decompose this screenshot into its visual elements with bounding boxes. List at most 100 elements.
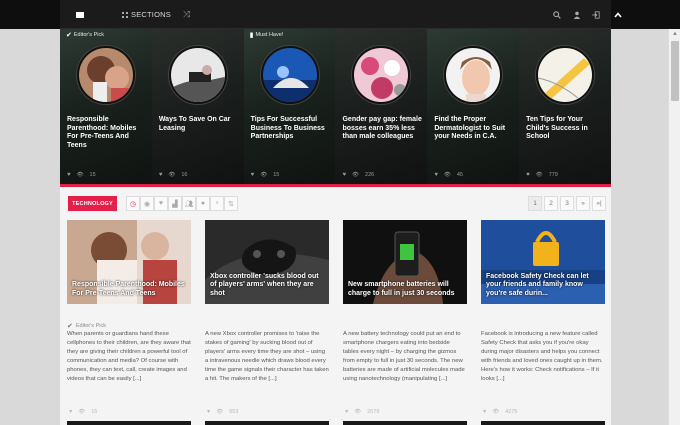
view-count: 15 [91, 409, 98, 415]
next-row-card-edge [205, 421, 329, 425]
featured-item[interactable]: Ten Tips for Your Child's Success in Sch… [519, 29, 611, 184]
heart-icon[interactable]: ♥ [483, 409, 486, 415]
main-content: ✔ Editor's Pick Responsible Parenthood: M… [60, 29, 611, 425]
eye-icon: 👁︎ [168, 172, 176, 178]
featured-item[interactable]: Ways To Save On Car Leasing ♥ 👁︎ 16 [151, 29, 244, 184]
heart-icon[interactable]: ♥ [434, 172, 438, 178]
featured-title[interactable]: Ways To Save On Car Leasing [159, 116, 239, 133]
accent-divider [60, 184, 611, 187]
recent-clock-icon[interactable]: ◷ [126, 196, 140, 211]
heart-icon[interactable]: ♥ [159, 172, 163, 178]
login-icon[interactable] [592, 0, 600, 29]
search-icon[interactable] [553, 0, 561, 29]
must-have-badge: ▮ Must Have! [249, 32, 284, 39]
article-card[interactable]: Responsible Parenthood: Mobiles For Pre-… [67, 220, 191, 304]
scroll-up-arrow-icon[interactable]: ▲ [672, 31, 678, 37]
last-page-button[interactable]: »| [592, 196, 606, 211]
view-count: 653 [229, 409, 239, 415]
article-image[interactable]: Facebook Safety Check can let your frien… [481, 220, 605, 304]
page-scrollbar[interactable]: ▲ [668, 29, 680, 425]
collapse-chevron-up-icon[interactable] [611, 5, 625, 24]
featured-meta: ♥ 👁︎ 226 [342, 172, 374, 178]
page-2-button[interactable]: 2 [544, 196, 558, 211]
eye-icon: 👁︎ [216, 409, 224, 415]
page-1-button[interactable]: 1 [528, 196, 542, 211]
liked-heart-icon[interactable]: ♥ [154, 196, 168, 211]
featured-meta: ♥ 👁︎ 15 [251, 172, 280, 178]
featured-title[interactable]: Ten Tips for Your Child's Success in Sch… [526, 116, 606, 142]
view-count: 4275 [505, 409, 518, 415]
featured-meta: ♥ 👁︎ 15 [67, 172, 96, 178]
featured-image[interactable] [260, 46, 319, 104]
eye-icon: 👁︎ [76, 172, 84, 178]
trending-chart-icon[interactable]: ▟ [168, 196, 182, 211]
article-title[interactable]: Facebook Safety Check can let your frien… [486, 273, 602, 299]
popular-eye-icon[interactable]: ◉ [140, 196, 154, 211]
next-page-button[interactable]: » [576, 196, 590, 211]
article-meta: ♥ 👁︎ 15 [69, 409, 97, 415]
featured-item[interactable]: ▮ Must Have! Tips For Successful Business… [243, 29, 336, 184]
article-card[interactable]: New smartphone batteries will charge to … [343, 220, 467, 304]
page-3-button[interactable]: 3 [560, 196, 574, 211]
eye-icon: 👁︎ [352, 172, 360, 178]
article-card[interactable]: Facebook Safety Check can let your frien… [481, 220, 605, 304]
hamburger-menu-icon[interactable] [76, 0, 86, 29]
featured-title[interactable]: Gender pay gap: female bosses earn 35% l… [342, 116, 422, 142]
eye-icon: 👁︎ [443, 172, 451, 178]
featured-image[interactable] [444, 46, 503, 104]
featured-meta: ♥ 👁︎ 45 [434, 172, 463, 178]
bookmark-icon: ▮ [249, 32, 254, 39]
article-card[interactable]: Xbox controller 'sucks blood out of play… [205, 220, 329, 304]
featured-image[interactable] [77, 46, 135, 104]
article-title[interactable]: New smartphone batteries will charge to … [348, 281, 464, 299]
article-excerpt: A new battery technology could put an en… [343, 331, 465, 382]
article-title[interactable]: Responsible Parenthood: Mobiles For Pre-… [72, 281, 188, 299]
featured-item[interactable]: Find the Proper Dermatologist to Suit yo… [427, 29, 520, 184]
article-excerpt: A new Xbox controller promises to 'raise… [205, 331, 329, 382]
featured-item[interactable]: ✔ Editor's Pick Responsible Parenthood: M… [60, 29, 152, 184]
sections-menu-button[interactable]: SECTIONS [122, 0, 171, 29]
trophy-icon[interactable]: ♆ [210, 196, 224, 211]
article-image[interactable]: Responsible Parenthood: Mobiles For Pre-… [67, 220, 191, 304]
article-image[interactable]: Xbox controller 'sucks blood out of play… [205, 220, 329, 304]
heart-icon[interactable]: ♥ [207, 409, 210, 415]
scroll-thumb[interactable] [671, 41, 679, 101]
check-icon: ✔ [67, 323, 73, 330]
next-row-card-edge [67, 421, 191, 425]
heart-icon[interactable]: ♥ [251, 172, 255, 178]
grid-icon [122, 11, 128, 18]
featured-title[interactable]: Responsible Parenthood: Mobiles For Pre-… [67, 116, 147, 150]
heart-icon[interactable]: ♥ [342, 172, 346, 178]
view-count: 45 [456, 172, 463, 178]
heart-icon[interactable]: ♥ [345, 409, 348, 415]
featured-meta: ♥ 👁︎ 779 [526, 172, 558, 178]
sort-icon[interactable]: ⇅ [224, 196, 238, 211]
featured-title[interactable]: Find the Proper Dermatologist to Suit yo… [434, 116, 514, 142]
editors-pick-label: ✔ Editor's Pick [67, 323, 106, 330]
article-image[interactable]: New smartphone batteries will charge to … [343, 220, 467, 304]
shuffle-icon[interactable]: ⤨ [183, 0, 190, 29]
featured-meta: ♥ 👁︎ 16 [159, 172, 188, 178]
article-meta: ♥ 👁︎ 653 [207, 409, 238, 415]
eye-icon: 👁︎ [535, 172, 543, 178]
users-icon[interactable]: 👥︎ [182, 196, 196, 211]
view-count: 779 [548, 172, 558, 178]
next-row-card-edge [343, 421, 467, 425]
top-navigation-bar: SECTIONS ⤨ [0, 0, 680, 29]
featured-image[interactable] [536, 46, 595, 104]
featured-image[interactable] [168, 46, 227, 104]
category-tab-technology[interactable]: TECHNOLOGY [68, 196, 117, 211]
featured-item[interactable]: Gender pay gap: female bosses earn 35% l… [335, 29, 428, 184]
sections-label: SECTIONS [131, 10, 171, 19]
user-icon[interactable] [573, 0, 581, 29]
featured-image[interactable] [352, 46, 411, 104]
article-meta: ♥ 👁︎ 2079 [345, 409, 380, 415]
heart-icon[interactable]: ♥ [69, 409, 72, 415]
article-meta: ♥ 👁︎ 4275 [483, 409, 518, 415]
heart-icon[interactable]: ♥ [67, 172, 71, 178]
featured-title[interactable]: Tips For Successful Business To Business… [251, 116, 331, 142]
article-title[interactable]: Xbox controller 'sucks blood out of play… [210, 273, 326, 299]
eye-icon: 👁︎ [492, 409, 500, 415]
comments-icon[interactable]: ● [196, 196, 210, 211]
heart-icon[interactable]: ♥ [526, 172, 530, 178]
